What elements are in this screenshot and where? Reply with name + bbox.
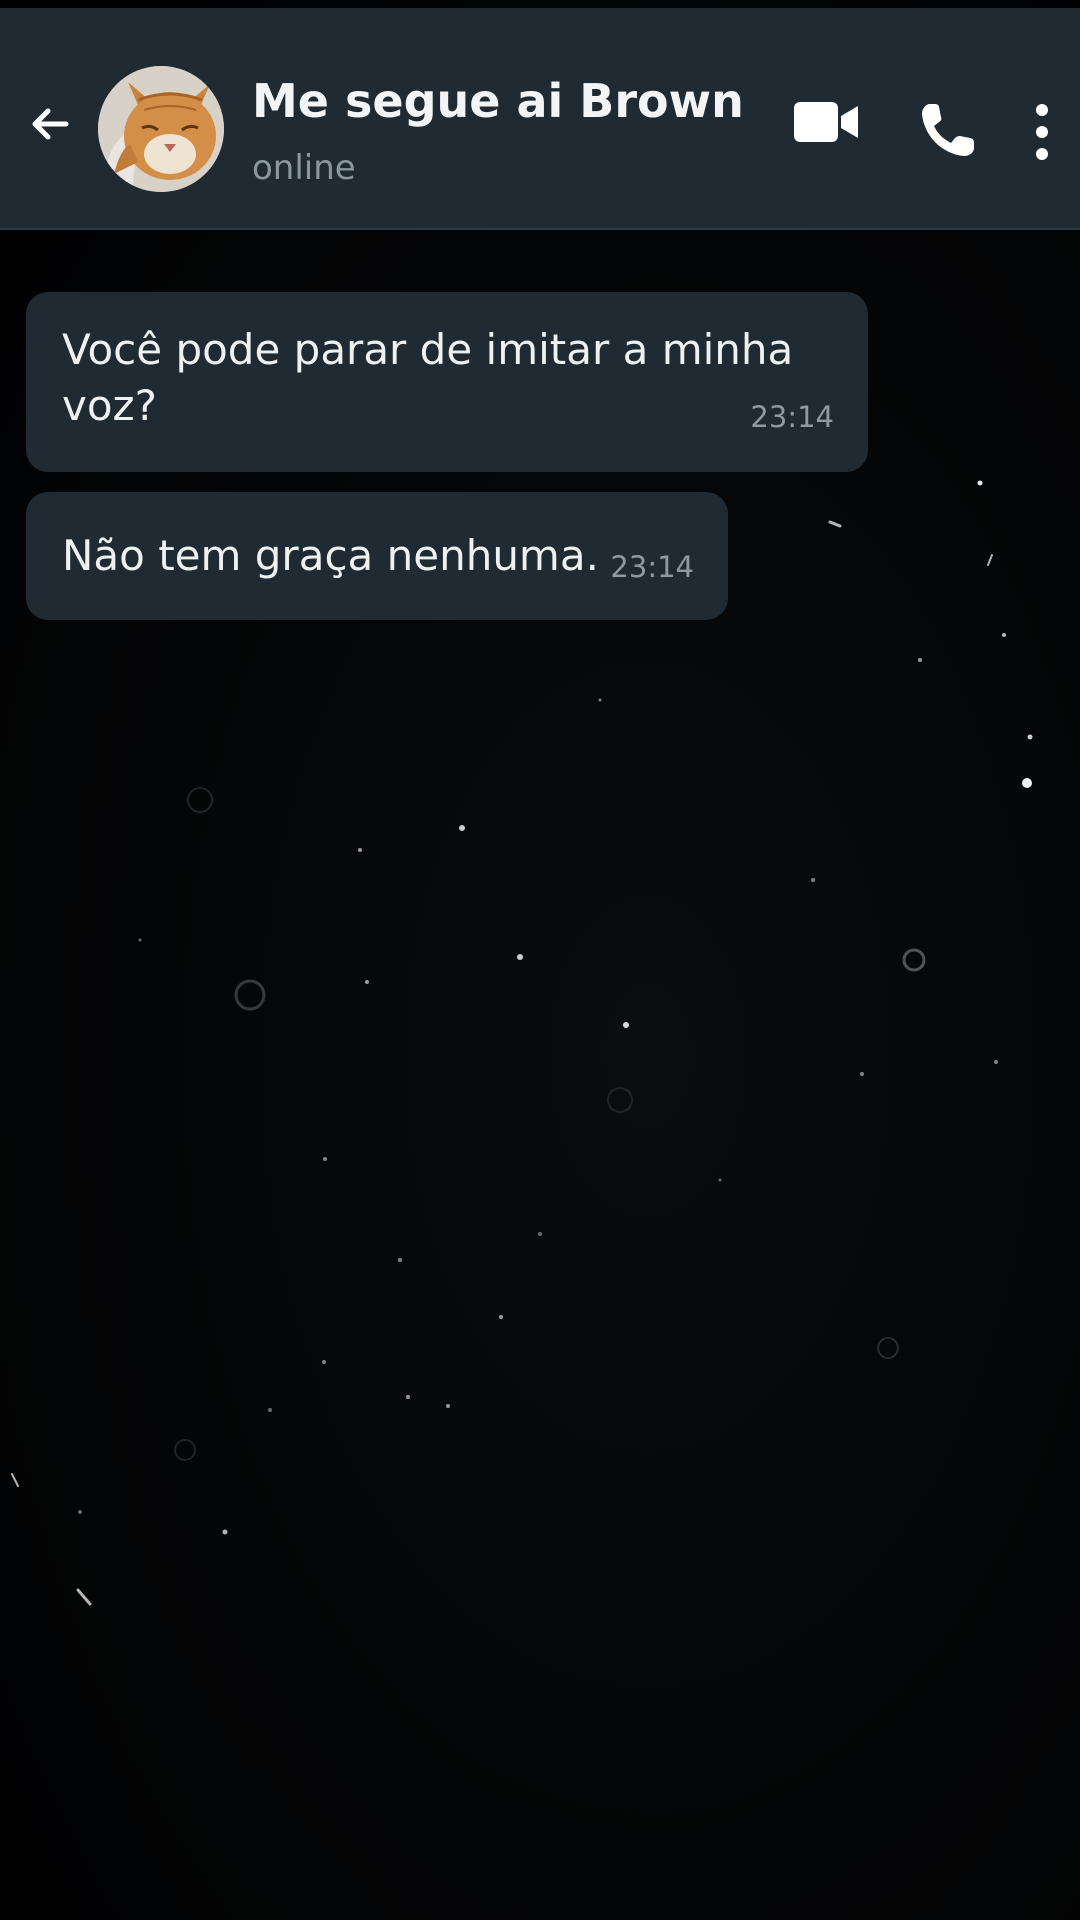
message-text: Não tem graça nenhuma. [62,531,599,580]
message-time: 23:14 [610,550,694,584]
background-particles [11,313,1033,1606]
video-camera-icon[interactable] [794,98,860,146]
phone-icon[interactable] [918,100,978,160]
cat-avatar-image [98,66,224,192]
contact-status: online [252,148,356,188]
message-bubble[interactable]: Você pode parar de imitar a minha voz? 2… [26,292,868,472]
message-text: Você pode parar de imitar a minha voz? [62,325,794,430]
chat-header: Me segue ai Brown online [0,8,1080,230]
chat-screen: Me segue ai Brown online Você pode parar… [0,0,1080,1920]
arrow-left-icon[interactable] [26,100,74,148]
contact-name[interactable]: Me segue ai Brown [252,74,744,128]
message-time: 23:14 [750,400,834,434]
more-vertical-icon[interactable] [1028,102,1056,162]
message-bubble[interactable]: Não tem graça nenhuma. 23:14 [26,492,728,620]
contact-avatar[interactable] [98,66,224,192]
